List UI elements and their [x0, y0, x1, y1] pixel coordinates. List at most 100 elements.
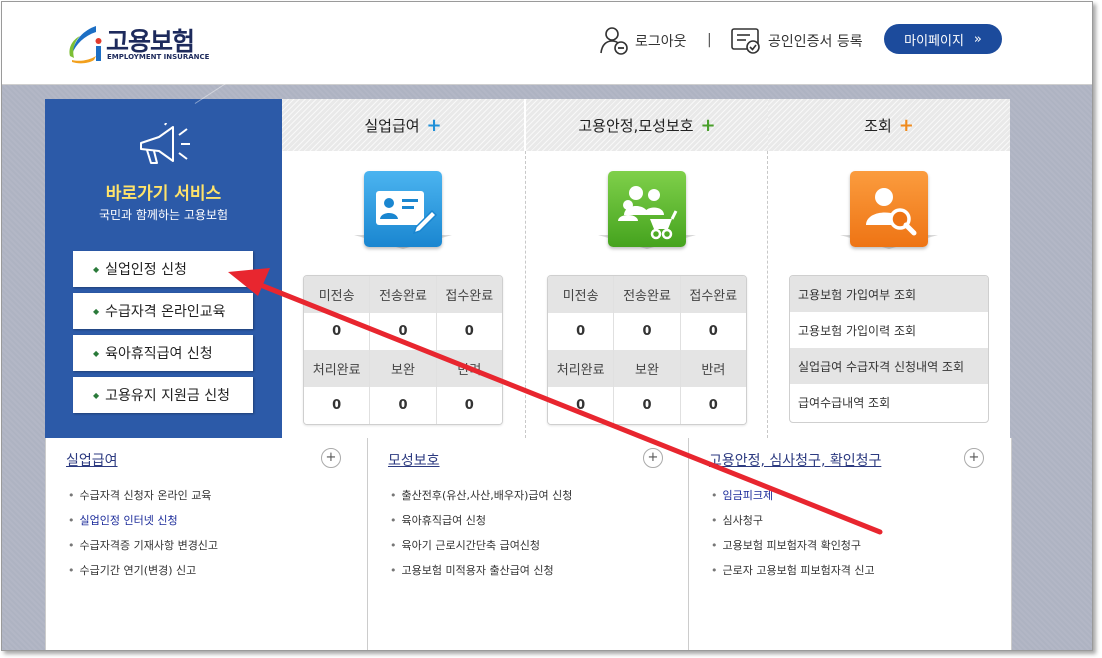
quick-button-label: 고용유지 지원금 신청 [105, 388, 230, 404]
list-item[interactable]: • 고용보험 피보험자격 확인청구 [711, 537, 875, 562]
logout-user-icon [600, 27, 628, 55]
list-item-label: 수급자격증 기재사항 변경신고 [79, 539, 219, 552]
site-logo[interactable]: 고용보험 EMPLOYMENT INSURANCE [66, 22, 210, 66]
logo-subtitle: EMPLOYMENT INSURANCE [107, 53, 210, 61]
family-icon[interactable] [608, 171, 686, 247]
plus-icon: + [898, 114, 914, 136]
lookup-list: 고용보험 가입여부 조회 고용보험 가입이력 조회 실업급여 수급자격 신청내역… [789, 275, 989, 423]
list-item-label: 출산전후(유산,사산,배우자)급여 신청 [401, 489, 573, 502]
quick-button-label: 육아휴직급여 신청 [105, 346, 213, 362]
list-item[interactable]: • 근로자 고용보험 피보험자격 신고 [711, 562, 875, 587]
logo-mark-icon [69, 26, 102, 64]
quick-service-title: 바로가기 서비스 [105, 184, 222, 204]
more-plus-icon[interactable]: + [964, 448, 984, 468]
status-count[interactable]: 0 [548, 387, 615, 424]
status-count[interactable]: 0 [370, 387, 437, 424]
lookup-item[interactable]: 실업급여 수급자격 신청내역 조회 [790, 348, 988, 384]
certificate-icon [731, 28, 760, 54]
list-item-label: 실업인정 인터넷 신청 [79, 514, 178, 527]
section-unemployment: 실업급여 + • 수급자격 신청자 온라인 교육 • 실업인정 인터넷 신청 • 수급… [46, 438, 367, 650]
status-label: 처리완료 [304, 350, 371, 387]
plus-icon: + [426, 114, 442, 136]
list-item-label: 수급기간 연기(변경) 신고 [79, 564, 197, 577]
search-person-icon[interactable] [850, 171, 928, 247]
list-item[interactable]: • 수급기간 연기(변경) 신고 [68, 562, 218, 587]
list-item-label: 육아기 근로시간단축 급여신청 [401, 539, 541, 552]
list-item[interactable]: • 실업인정 인터넷 신청 [68, 512, 218, 537]
quick-unemployment-recognition-button[interactable]: ◆ 실업인정 신청 [73, 251, 253, 287]
list-item-label: 육아휴직급여 신청 [401, 514, 486, 527]
more-plus-icon[interactable]: + [643, 448, 663, 468]
section-title[interactable]: 모성보호 [388, 450, 440, 470]
section-link-list: • 출산전후(유산,사산,배우자)급여 신청 • 육아휴직급여 신청 • 육아기 근로… [390, 487, 572, 587]
status-count[interactable]: 0 [370, 313, 437, 350]
logout-link[interactable]: 로그아웃 [599, 26, 687, 56]
diamond-bullet-icon: ◆ [93, 390, 100, 400]
status-count[interactable]: 0 [304, 387, 371, 424]
list-item[interactable]: • 고용보험 미적용자 출산급여 신청 [390, 562, 572, 587]
list-item[interactable]: • 임금피크제 [711, 487, 875, 512]
list-item[interactable]: • 육아기 근로시간단축 급여신청 [390, 537, 572, 562]
status-label: 보완 [614, 350, 681, 387]
status-label: 접수완료 [680, 276, 746, 313]
mypage-button[interactable]: 마이페이지 » [884, 24, 1002, 54]
section-title[interactable]: 실업급여 [66, 450, 118, 470]
quick-online-education-button[interactable]: ◆ 수급자격 온라인교육 [73, 293, 253, 329]
section-bottom-border [46, 650, 1011, 651]
quick-button-label: 수급자격 온라인교육 [105, 304, 226, 320]
status-count[interactable]: 0 [436, 313, 502, 350]
list-item-label: 임금피크제 [722, 489, 774, 502]
tab-unemployment-benefit[interactable]: 실업급여 + [282, 99, 524, 151]
lookup-item[interactable]: 급여수급내역 조회 [790, 384, 988, 420]
application-form-icon[interactable] [364, 171, 442, 247]
browser-frame: 고용보험 EMPLOYMENT INSURANCE 로그아웃 | 공인인증서 등… [1, 1, 1093, 651]
logout-label: 로그아웃 [635, 34, 687, 50]
plus-icon: + [700, 114, 716, 136]
section-maternity: 모성보호 + • 출산전후(유산,사산,배우자)급여 신청 • 육아휴직급여 신청 … [367, 438, 689, 650]
main-band: 바로가기 서비스 국민과 함께하는 고용보험 ◆ 실업인정 신청 ◆ 수급자격 … [2, 54, 1092, 651]
service-columns: 실업급여 + 미전송 전송완료 접수완료 0 0 0 처리완료 보완 반려 0 … [282, 99, 1010, 438]
chevron-right-icon: » [973, 31, 982, 47]
status-label: 처리완료 [548, 350, 615, 387]
status-label: 전송완료 [370, 276, 437, 313]
column-title: 조회 [864, 116, 892, 135]
status-count[interactable]: 0 [548, 313, 615, 350]
status-count[interactable]: 0 [436, 387, 502, 424]
list-item[interactable]: • 육아휴직급여 신청 [390, 512, 572, 537]
lookup-item[interactable]: 고용보험 가입여부 조회 [790, 276, 988, 312]
tab-employment-stability-maternity[interactable]: 고용안정,모성보호 + [526, 99, 768, 151]
section-link-list: • 임금피크제 • 심사청구 • 고용보험 피보험자격 확인청구 • 근로자 고용보험 … [711, 487, 875, 587]
list-item[interactable]: • 출산전후(유산,사산,배우자)급여 신청 [390, 487, 572, 512]
quick-parental-leave-button[interactable]: ◆ 육아휴직급여 신청 [73, 335, 253, 371]
list-item-label: 근로자 고용보험 피보험자격 신고 [722, 564, 875, 577]
list-item[interactable]: • 수급자격증 기재사항 변경신고 [68, 537, 218, 562]
unemployment-status-table: 미전송 전송완료 접수완료 0 0 0 처리완료 보완 반려 0 0 0 [303, 275, 503, 425]
column-title: 실업급여 [364, 116, 420, 135]
more-plus-icon[interactable]: + [321, 448, 341, 468]
quick-employment-retention-button[interactable]: ◆ 고용유지 지원금 신청 [73, 377, 253, 413]
list-item[interactable]: • 수급자격 신청자 온라인 교육 [68, 487, 218, 512]
status-count[interactable]: 0 [614, 387, 681, 424]
employment-stability-status-table: 미전송 전송완료 접수완료 0 0 0 처리완료 보완 반려 0 0 0 [547, 275, 747, 425]
header-divider: | [707, 32, 712, 48]
column-title: 고용안정,모성보호 [578, 116, 694, 135]
status-count[interactable]: 0 [680, 313, 746, 350]
cert-register-link[interactable]: 공인인증서 등록 [730, 26, 863, 56]
quick-service-panel: 바로가기 서비스 국민과 함께하는 고용보험 ◆ 실업인정 신청 ◆ 수급자격 … [45, 54, 282, 438]
section-link-list: • 수급자격 신청자 온라인 교육 • 실업인정 인터넷 신청 • 수급자격증 기재사… [68, 487, 218, 587]
diamond-bullet-icon: ◆ [93, 348, 100, 358]
diamond-bullet-icon: ◆ [93, 264, 100, 274]
status-label: 접수완료 [436, 276, 502, 313]
megaphone-icon [140, 123, 190, 164]
status-label: 반려 [680, 350, 746, 387]
column-lookup: 조회 + 고용보험 가입여부 조회 고용보험 가입이력 조회 실업급여 수급자격 [768, 99, 1010, 438]
site-header: 고용보험 EMPLOYMENT INSURANCE 로그아웃 | 공인인증서 등… [2, 2, 1092, 85]
status-count[interactable]: 0 [614, 313, 681, 350]
section-title[interactable]: 고용안정, 심사청구, 확인청구 [709, 450, 881, 470]
list-item[interactable]: • 심사청구 [711, 512, 875, 537]
quick-button-label: 실업인정 신청 [105, 262, 187, 278]
tab-lookup[interactable]: 조회 + [768, 99, 1010, 151]
status-count[interactable]: 0 [304, 313, 371, 350]
lookup-item[interactable]: 고용보험 가입이력 조회 [790, 312, 988, 348]
status-count[interactable]: 0 [680, 387, 746, 424]
